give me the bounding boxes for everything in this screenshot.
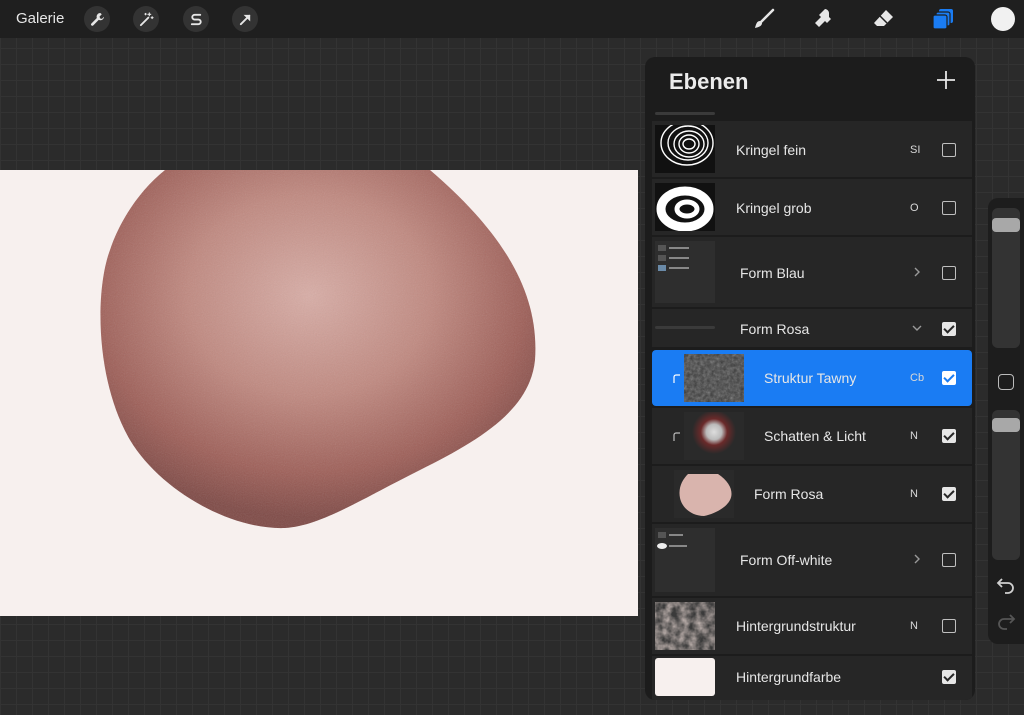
visibility-checkbox[interactable] <box>942 619 956 633</box>
layer-row-form-rosa[interactable]: Form Rosa N <box>652 466 972 522</box>
visibility-checkbox[interactable] <box>942 371 956 385</box>
side-slider-bar <box>988 198 1024 644</box>
layer-name: Form Off-white <box>740 552 833 568</box>
layer-name: Hintergrundstruktur <box>736 618 856 634</box>
opacity-slider[interactable] <box>992 410 1020 560</box>
redo-icon[interactable] <box>996 610 1016 630</box>
chevron-right-icon[interactable] <box>912 267 922 277</box>
visibility-checkbox[interactable] <box>942 266 956 280</box>
layers-icon[interactable] <box>930 6 956 32</box>
color-picker-swatch[interactable] <box>991 7 1015 31</box>
background-color-swatch[interactable] <box>655 658 715 696</box>
chevron-right-icon[interactable] <box>912 554 922 564</box>
layer-name: Schatten & Licht <box>764 428 866 444</box>
visibility-checkbox[interactable] <box>942 429 956 443</box>
layer-name: Struktur Tawny <box>764 370 857 386</box>
layer-name: Kringel fein <box>736 142 807 158</box>
selection-s-icon[interactable] <box>183 6 209 32</box>
visibility-checkbox[interactable] <box>942 487 956 501</box>
group-thumbnail <box>655 528 715 592</box>
layer-row-kringel-fein[interactable]: Kringel fein SI <box>652 121 972 177</box>
layer-name: Hintergrundfarbe <box>736 669 842 685</box>
layer-group-form-rosa[interactable]: Form Rosa <box>652 309 972 347</box>
layer-thumbnail <box>655 125 715 173</box>
pink-shape-artwork <box>100 170 536 529</box>
brush-icon[interactable] <box>751 6 777 32</box>
gallery-button[interactable]: Galerie <box>16 10 64 27</box>
drawing-canvas[interactable] <box>0 170 638 616</box>
layer-thumbnail <box>655 183 715 231</box>
layer-row-hintergrundstruktur[interactable]: Hintergrundstruktur N <box>652 598 972 654</box>
blend-mode-label[interactable]: N <box>910 488 918 500</box>
layer-name: Form Rosa <box>740 321 810 337</box>
layer-row-schatten-licht[interactable]: Schatten & Licht N <box>652 408 972 464</box>
chevron-down-icon[interactable] <box>912 323 922 333</box>
top-toolbar: Galerie <box>0 0 1024 38</box>
layer-thumbnail <box>674 470 734 518</box>
group-collapsed-thumbnail <box>655 326 715 329</box>
eraser-icon[interactable] <box>870 6 896 32</box>
visibility-checkbox[interactable] <box>942 322 956 336</box>
layers-panel-title: Ebenen <box>669 69 749 94</box>
clipping-mask-icon <box>673 432 680 441</box>
blend-mode-label[interactable]: Cb <box>910 372 924 384</box>
modify-button[interactable] <box>998 374 1014 390</box>
plus-icon[interactable] <box>935 69 957 91</box>
opacity-thumb[interactable] <box>992 418 1020 432</box>
blend-mode-label[interactable]: N <box>910 620 918 632</box>
layer-group-form-blau[interactable]: Form Blau <box>652 237 972 307</box>
layer-row-struktur-tawny[interactable]: Struktur Tawny Cb <box>652 350 972 406</box>
layer-row-hintergrundfarbe[interactable]: Hintergrundfarbe <box>652 656 972 700</box>
layer-row-kringel-grob[interactable]: Kringel grob O <box>652 179 972 235</box>
magic-wand-icon[interactable] <box>133 6 159 32</box>
panel-scroll-divider <box>655 112 715 115</box>
blend-mode-label[interactable]: N <box>910 430 918 442</box>
layers-panel-header: Ebenen <box>645 57 975 109</box>
clipping-mask-icon <box>673 374 680 383</box>
layer-name: Form Rosa <box>754 486 824 502</box>
visibility-checkbox[interactable] <box>942 553 956 567</box>
visibility-checkbox[interactable] <box>942 670 956 684</box>
layer-name: Form Blau <box>740 265 805 281</box>
smudge-icon[interactable] <box>810 6 836 32</box>
layer-thumbnail <box>655 602 715 650</box>
layer-name: Kringel grob <box>736 200 812 216</box>
wrench-icon[interactable] <box>84 6 110 32</box>
layers-panel: Ebenen Kringel fein SI Kringel grob O Fo… <box>645 57 975 700</box>
blend-mode-label[interactable]: SI <box>910 144 920 156</box>
visibility-checkbox[interactable] <box>942 143 956 157</box>
arrow-transform-icon[interactable] <box>232 6 258 32</box>
layer-thumbnail <box>684 354 744 402</box>
layer-group-form-off-white[interactable]: Form Off-white <box>652 524 972 596</box>
blend-mode-label[interactable]: O <box>910 202 919 214</box>
group-thumbnail <box>655 241 715 303</box>
undo-icon[interactable] <box>996 574 1016 594</box>
brush-size-thumb[interactable] <box>992 218 1020 232</box>
visibility-checkbox[interactable] <box>942 201 956 215</box>
layer-thumbnail <box>684 412 744 460</box>
